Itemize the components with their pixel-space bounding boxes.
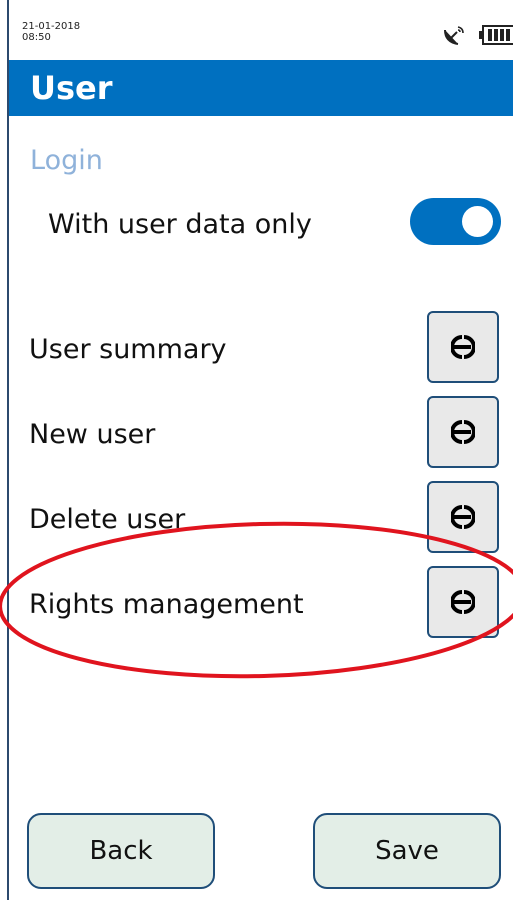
- title-bar: User: [9, 60, 513, 116]
- menu-row-delete-user: Delete user: [9, 480, 513, 560]
- new-user-button[interactable]: [427, 396, 499, 468]
- toggle-knob: [462, 206, 493, 237]
- menu-row-new-user: New user: [9, 395, 513, 475]
- battery-full-icon: [479, 25, 513, 45]
- menu-row-rights-management: Rights management: [9, 565, 513, 645]
- with-user-data-only-label: With user data only: [48, 209, 312, 240]
- arrow-right-icon: [451, 335, 475, 359]
- menu-label: Rights management: [29, 589, 304, 620]
- delete-user-button[interactable]: [427, 481, 499, 553]
- menu-label: Delete user: [29, 504, 186, 535]
- menu-label: User summary: [29, 334, 227, 365]
- menu-row-user-summary: User summary: [9, 310, 513, 390]
- login-section-title: Login: [30, 145, 103, 176]
- back-button[interactable]: Back: [27, 813, 215, 889]
- with-user-data-only-toggle[interactable]: [410, 198, 501, 245]
- status-bar: 21-01-2018 08:50: [9, 0, 513, 60]
- device-screen: 21-01-2018 08:50 User Login With user da…: [0, 0, 513, 900]
- menu-label: New user: [29, 419, 156, 450]
- arrow-right-icon: [451, 505, 475, 529]
- status-date: 21-01-2018: [22, 21, 81, 32]
- status-time: 08:50: [22, 32, 51, 43]
- user-summary-button[interactable]: [427, 311, 499, 383]
- arrow-right-icon: [451, 590, 475, 614]
- rights-management-button[interactable]: [427, 566, 499, 638]
- arrow-right-icon: [451, 420, 475, 444]
- satellite-dish-icon: [444, 26, 464, 45]
- page-title: User: [30, 69, 113, 107]
- save-button[interactable]: Save: [313, 813, 501, 889]
